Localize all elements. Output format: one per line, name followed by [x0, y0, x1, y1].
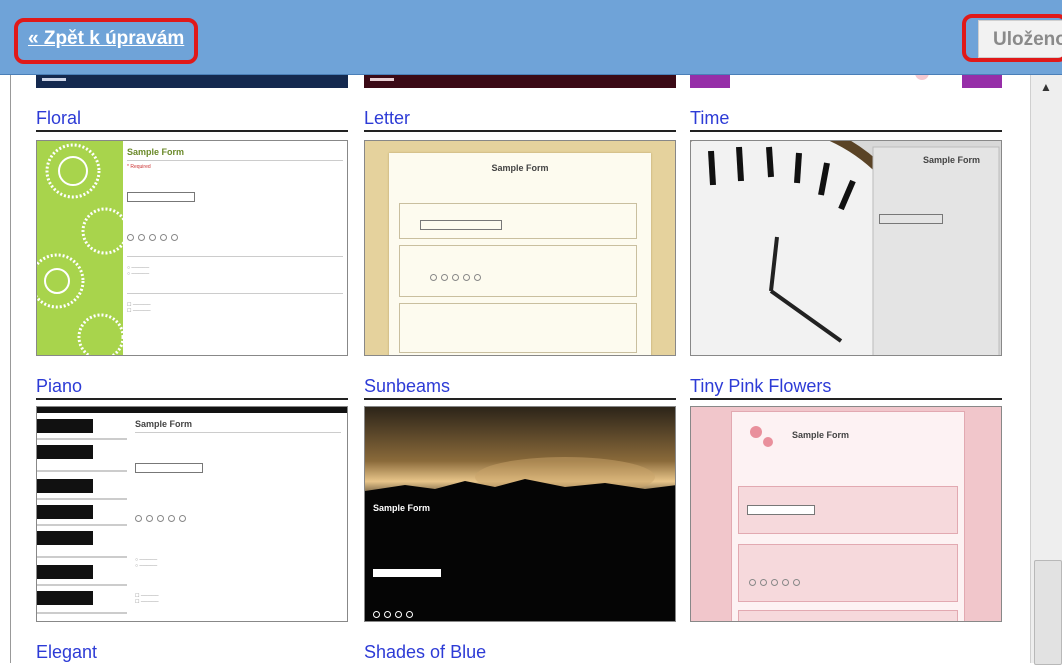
sunset-image: [365, 407, 675, 621]
theme-thumb-sunbeams[interactable]: Sample Form: [364, 406, 676, 622]
theme-title-letter[interactable]: Letter: [364, 108, 410, 129]
clock-image: [691, 141, 1001, 355]
highlight-annotation: [14, 18, 198, 64]
theme-rule: [36, 398, 348, 400]
theme-title-sunbeams[interactable]: Sunbeams: [364, 376, 450, 397]
theme-title-elegant[interactable]: Elegant: [36, 642, 97, 663]
theme-title-time[interactable]: Time: [690, 108, 729, 129]
sample-form-title: Sample Form: [923, 155, 981, 165]
scrollbar-thumb[interactable]: [1034, 560, 1062, 665]
theme-thumb-piano[interactable]: Sample Form ○ ───── ○ ───── ☐ ───── ☐ ──…: [36, 406, 348, 622]
theme-thumb-letter[interactable]: Sample Form: [364, 140, 676, 356]
floral-pattern: [37, 141, 123, 355]
flower-icon: [750, 426, 773, 447]
theme-rule: [690, 398, 1002, 400]
highlight-annotation: [962, 14, 1062, 62]
theme-title-tiny-pink-flowers[interactable]: Tiny Pink Flowers: [690, 376, 831, 397]
sample-form-title: Sample Form: [135, 419, 193, 429]
theme-rule: [690, 130, 1002, 132]
scroll-up-arrow-icon[interactable]: ▲: [1032, 78, 1060, 96]
theme-thumb-floral[interactable]: Sample Form * Required ○ ───── ○ ───── ☐…: [36, 140, 348, 356]
theme-title-floral[interactable]: Floral: [36, 108, 81, 129]
theme-title-shades-of-blue[interactable]: Shades of Blue: [364, 642, 486, 663]
sample-form-title: Sample Form: [373, 503, 431, 513]
theme-rule: [36, 130, 348, 132]
theme-thumb-time[interactable]: Sample Form: [690, 140, 1002, 356]
sample-form-title: Sample Form: [491, 163, 549, 173]
sample-form-title: Sample Form: [127, 147, 185, 157]
sample-form-title: Sample Form: [792, 430, 850, 440]
theme-thumb-tiny-pink-flowers[interactable]: Sample Form: [690, 406, 1002, 622]
theme-rule: [364, 130, 676, 132]
theme-title-piano[interactable]: Piano: [36, 376, 82, 397]
piano-keys: [37, 407, 127, 621]
theme-rule: [364, 398, 676, 400]
